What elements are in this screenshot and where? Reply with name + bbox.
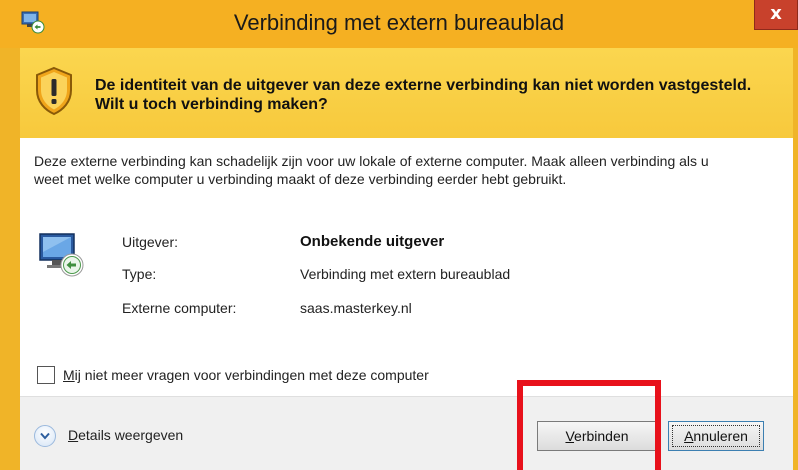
dont-ask-again-checkbox[interactable] [37, 366, 55, 384]
show-details-accesskey: D [68, 427, 79, 443]
focus-rectangle [672, 425, 760, 447]
type-value: Verbinding met extern bureaublad [300, 266, 511, 282]
remote-computer-label: Externe computer: [122, 300, 237, 316]
publisher-value: Onbekende uitgever [300, 233, 445, 250]
window-title: Verbinding met extern bureaublad [233, 10, 565, 35]
description-text: Deze externe verbinding kan schadelijk z… [34, 153, 709, 187]
remote-desktop-dialog: Verbinding met extern bureaublad x De id… [0, 0, 798, 470]
warning-message: De identiteit van de uitgever van deze e… [95, 77, 752, 113]
highlight-annotation [517, 380, 661, 470]
chevron-down-icon[interactable] [34, 425, 56, 447]
dont-ask-again-accesskey: M [63, 367, 75, 383]
dont-ask-again-label[interactable]: Mij niet meer vragen voor verbindingen m… [63, 367, 429, 383]
publisher-label: Uitgever: [122, 234, 179, 250]
warning-banner: De identiteit van de uitgever van deze e… [20, 48, 793, 138]
type-label: Type: [122, 266, 157, 282]
warning-shield-icon [34, 66, 74, 116]
show-details-text: etails weergeven [78, 427, 184, 443]
dialog-footer: Details weergeven Verbinden Annuleren [20, 396, 793, 470]
show-details-link[interactable]: Details weergeven [68, 427, 183, 443]
monitor-connection-icon [38, 230, 88, 280]
title-bar[interactable]: Verbinding met extern bureaublad x [0, 0, 798, 48]
close-button[interactable]: x [754, 0, 798, 30]
dont-ask-again-text: ij niet meer vragen voor verbindingen me… [74, 367, 429, 383]
remote-computer-value: saas.masterkey.nl [300, 300, 412, 316]
dialog-content: Deze externe verbinding kan schadelijk z… [20, 138, 793, 470]
cancel-button[interactable]: Annuleren [668, 421, 764, 451]
